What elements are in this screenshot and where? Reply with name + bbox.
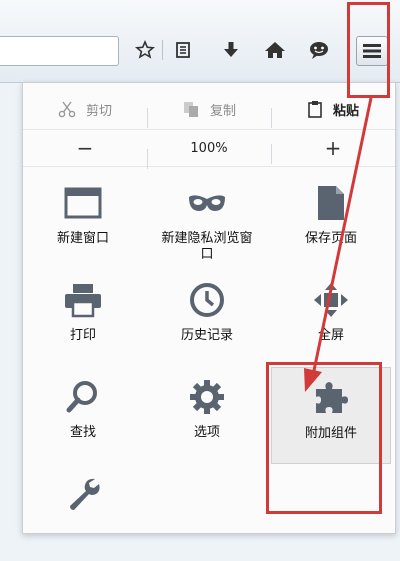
star-icon[interactable] <box>130 36 160 64</box>
paste-label: 粘贴 <box>332 103 359 119</box>
paste-button[interactable]: 粘贴 <box>271 100 395 128</box>
home-icon[interactable] <box>260 36 290 64</box>
new-window-button[interactable]: 新建窗口 <box>23 173 143 270</box>
toolbar-separator <box>162 40 163 60</box>
plus-icon: + <box>324 136 342 160</box>
fullscreen-label: 全屏 <box>317 328 344 343</box>
find-button[interactable]: 查找 <box>23 367 143 464</box>
copy-label: 复制 <box>209 103 236 119</box>
cut-button[interactable]: 剪切 <box>23 100 147 119</box>
minus-icon: − <box>76 136 94 160</box>
print-label: 打印 <box>69 328 96 343</box>
copy-icon <box>183 102 198 117</box>
find-label: 查找 <box>69 425 96 440</box>
fullscreen-button[interactable]: 全屏 <box>271 270 391 367</box>
private-window-button[interactable]: 新建隐私浏览窗口 <box>147 173 267 270</box>
zoom-level: 100% <box>190 140 228 156</box>
edit-controls-row: 剪切 复制 粘贴 <box>23 91 395 128</box>
print-button[interactable]: 打印 <box>23 270 143 367</box>
mask-icon <box>189 195 225 211</box>
menu-button-highlight <box>347 2 390 98</box>
gear-icon <box>190 380 224 414</box>
save-page-button[interactable]: 保存页面 <box>271 173 391 270</box>
history-button[interactable]: 历史记录 <box>147 270 267 367</box>
zoom-in-button[interactable]: + <box>271 136 395 164</box>
zoom-reset-button[interactable]: 100% <box>147 140 271 169</box>
save-page-label: 保存页面 <box>304 231 357 246</box>
download-icon[interactable] <box>216 36 246 64</box>
scissors-icon <box>58 101 76 118</box>
browser-toolbar <box>0 0 400 83</box>
wrench-icon <box>70 478 100 510</box>
options-button[interactable]: 选项 <box>147 367 267 464</box>
clipboard-icon <box>308 101 322 118</box>
cut-label: 剪切 <box>85 103 112 119</box>
zoom-out-button[interactable]: − <box>23 136 147 160</box>
clock-icon <box>190 283 224 317</box>
zoom-controls-row: − 100% + <box>23 129 395 169</box>
history-label: 历史记录 <box>180 328 233 343</box>
printer-icon <box>65 284 101 318</box>
magnifier-icon <box>66 381 97 413</box>
developer-button[interactable] <box>23 464 143 561</box>
url-bar[interactable] <box>0 36 119 66</box>
chat-icon[interactable] <box>304 36 334 64</box>
private-window-label: 新建隐私浏览窗口 <box>161 231 253 262</box>
page-icon <box>318 186 344 220</box>
new-window-label: 新建窗口 <box>56 231 109 246</box>
window-icon <box>64 187 102 219</box>
fullscreen-icon <box>314 283 348 317</box>
options-label: 选项 <box>193 425 220 440</box>
copy-button[interactable]: 复制 <box>147 100 271 128</box>
addons-highlight <box>266 362 382 514</box>
bookmarks-list-icon[interactable] <box>168 36 198 64</box>
